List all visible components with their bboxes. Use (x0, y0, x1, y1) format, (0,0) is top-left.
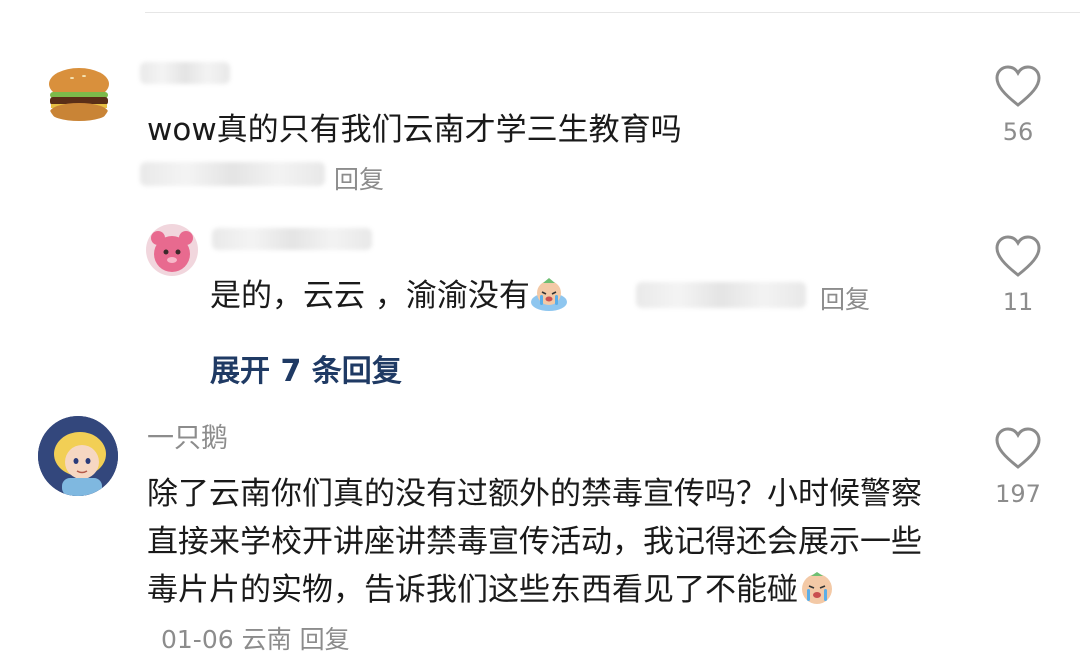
heart-icon (995, 427, 1041, 469)
pink-bear-icon (151, 231, 193, 272)
comment-text: 除了云南你们真的没有过额外的禁毒宣传吗？小时候警察直接来学校开讲座讲禁毒宣传活动… (147, 470, 947, 664)
reply-item: 是的，云云 ，渝渝没有 回复 11 (0, 200, 1080, 340)
reply-button[interactable]: 回复 (300, 625, 350, 654)
avatar[interactable] (46, 62, 112, 128)
heart-icon (995, 235, 1041, 277)
comment-date: 01-06 (161, 625, 234, 654)
reply-button[interactable]: 回复 (820, 280, 870, 316)
meta-blurred (636, 282, 806, 308)
username-blurred (212, 228, 372, 250)
like-button[interactable]: 197 (988, 426, 1048, 508)
username-blurred (140, 62, 230, 84)
reply-text: 是的，云云 ，渝渝没有 (210, 278, 530, 314)
like-count: 56 (1002, 118, 1034, 146)
comment-item: 一只鹅 除了云南你们真的没有过额外的禁毒宣传吗？小时候警察直接来学校开讲座讲禁毒… (0, 400, 1080, 665)
comment-text: 是的，云云 ，渝渝没有 (210, 272, 568, 320)
like-button[interactable]: 11 (988, 234, 1048, 316)
comment-meta: 01-06 云南 回复 (161, 625, 350, 654)
hamburger-icon (49, 68, 109, 121)
comment-item: wow真的只有我们云南才学三生教育吗 回复 56 (0, 0, 1080, 200)
reply-button[interactable]: 回复 (334, 160, 384, 196)
crying-emoji-icon (798, 572, 836, 606)
expand-replies-button[interactable]: 展开 7 条回复 (210, 346, 402, 390)
like-count: 197 (995, 480, 1041, 508)
crying-emoji-icon (530, 278, 568, 312)
comment-text: wow真的只有我们云南才学三生教育吗 (147, 112, 682, 148)
heart-icon (995, 65, 1041, 107)
username[interactable]: 一只鹅 (147, 416, 228, 455)
cartoon-girl-icon (38, 416, 118, 496)
meta-blurred (140, 162, 325, 186)
avatar[interactable] (146, 224, 198, 276)
like-button[interactable]: 56 (988, 64, 1048, 146)
avatar[interactable] (38, 416, 118, 496)
comment-location: 云南 (241, 625, 292, 654)
like-count: 11 (1002, 288, 1034, 316)
